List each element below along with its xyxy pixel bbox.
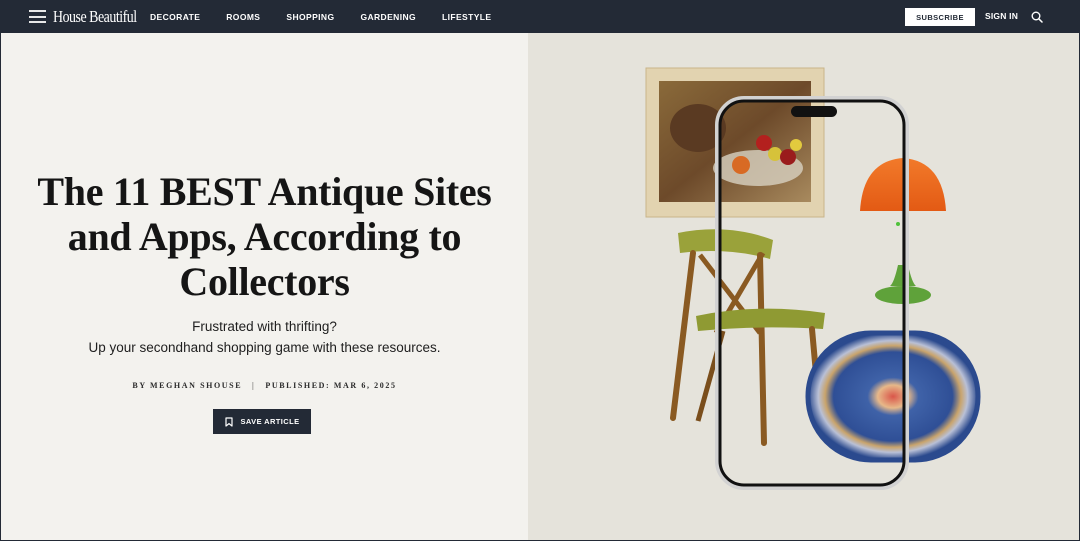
nav-link-shopping[interactable]: SHOPPING <box>286 12 334 22</box>
nav-link-lifestyle[interactable]: LIFESTYLE <box>442 12 491 22</box>
mid-century-chair <box>670 229 825 446</box>
save-article-button[interactable]: SAVE ARTICLE <box>213 409 311 434</box>
save-article-label: SAVE ARTICLE <box>240 417 300 426</box>
nav-link-gardening[interactable]: GARDENING <box>360 12 416 22</box>
hamburger-icon[interactable] <box>29 10 46 23</box>
search-icon[interactable] <box>1031 11 1043 23</box>
author-link[interactable]: BY MEGHAN SHOUSE <box>132 381 242 390</box>
hero-collage <box>645 67 981 490</box>
dek-line-2: Up your secondhand shopping game with th… <box>88 340 441 355</box>
article-header: The 11 BEST Antique Sites and Apps, Acco… <box>1 33 528 540</box>
oval-rug <box>805 330 981 463</box>
article-title: The 11 BEST Antique Sites and Apps, Acco… <box>37 169 492 304</box>
framed-painting <box>645 67 825 218</box>
top-nav: House Beautiful DECORATE ROOMS SHOPPING … <box>1 0 1079 33</box>
sign-in-link[interactable]: SIGN IN <box>985 11 1018 21</box>
article-dek: Frustrated with thrifting? Up your secon… <box>1 316 528 358</box>
nav-link-rooms[interactable]: ROOMS <box>226 12 260 22</box>
subscribe-button[interactable]: SUBSCRIBE <box>905 8 975 26</box>
hero-image <box>528 33 1079 540</box>
bookmark-icon <box>224 416 233 427</box>
publish-date: PUBLISHED: MAR 6, 2025 <box>265 381 397 390</box>
primary-nav: DECORATE ROOMS SHOPPING GARDENING LIFEST… <box>150 0 517 33</box>
byline-separator: | <box>252 381 256 390</box>
nav-link-decorate[interactable]: DECORATE <box>150 12 200 22</box>
brand-logo[interactable]: House Beautiful <box>53 7 137 27</box>
dek-line-1: Frustrated with thrifting? <box>192 319 337 334</box>
page: House Beautiful DECORATE ROOMS SHOPPING … <box>1 0 1079 540</box>
byline: BY MEGHAN SHOUSE | PUBLISHED: MAR 6, 2025 <box>1 381 528 390</box>
